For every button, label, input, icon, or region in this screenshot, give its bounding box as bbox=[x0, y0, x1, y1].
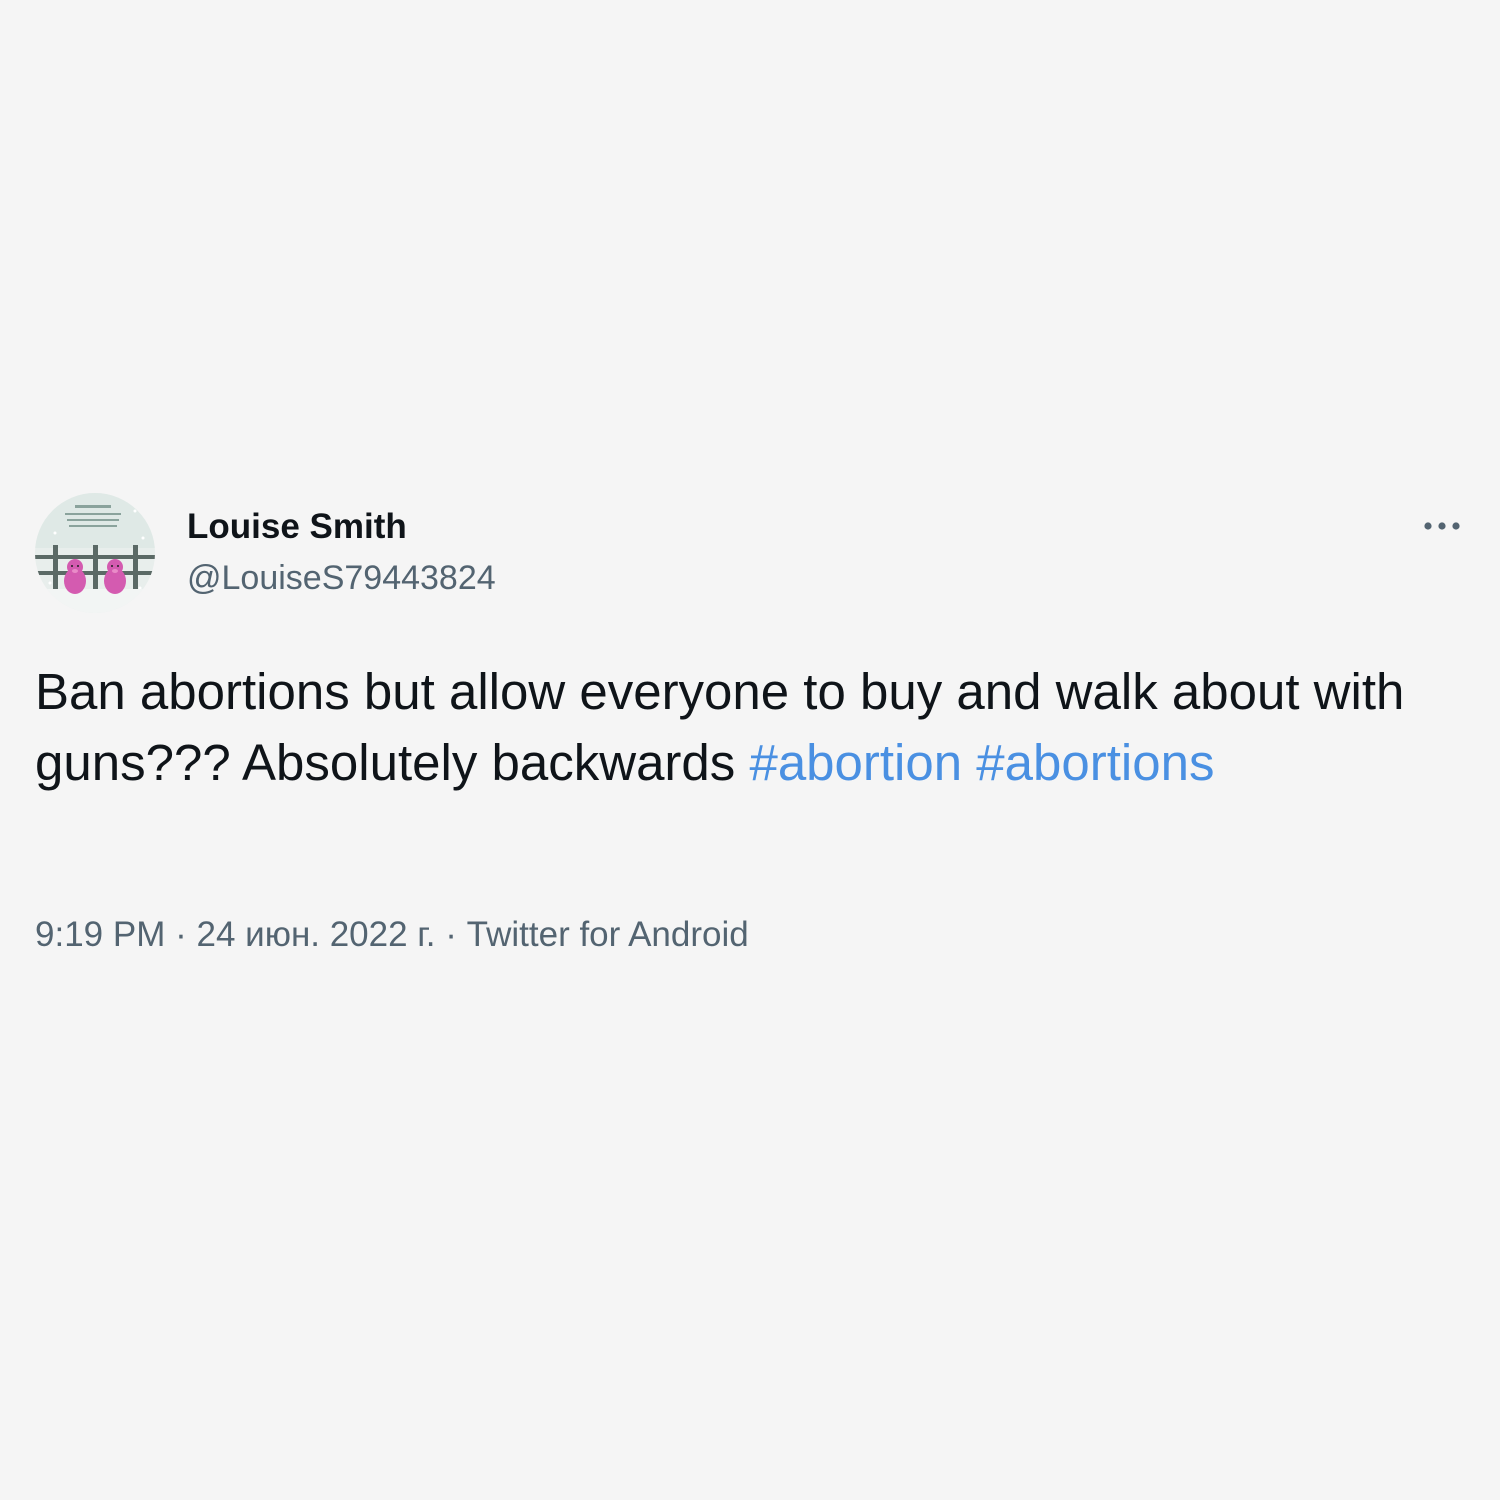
display-name[interactable]: Louise Smith bbox=[187, 506, 407, 548]
tweet-source[interactable]: Twitter for Android bbox=[467, 915, 749, 954]
separator: · bbox=[445, 915, 457, 954]
avatar-image bbox=[35, 493, 155, 613]
user-handle[interactable]: @LouiseS79443824 bbox=[187, 557, 496, 599]
more-options-button[interactable] bbox=[1418, 506, 1466, 546]
tweet-text: Ban abortions but allow everyone to buy … bbox=[35, 656, 1455, 798]
avatar[interactable] bbox=[35, 493, 155, 613]
tweet: Louise Smith @LouiseS79443824 Ban aborti… bbox=[0, 0, 1500, 1500]
more-horizontal-icon bbox=[1424, 522, 1460, 530]
separator: · bbox=[175, 915, 187, 954]
tweet-date[interactable]: 24 июн. 2022 г. bbox=[196, 915, 435, 954]
tweet-time[interactable]: 9:19 PM bbox=[35, 915, 165, 954]
hashtag-link[interactable]: #abortion bbox=[749, 734, 962, 791]
tweet-metadata: 9:19 PM · 24 июн. 2022 г. · Twitter for … bbox=[35, 913, 749, 957]
hashtag-link[interactable]: #abortions bbox=[976, 734, 1214, 791]
